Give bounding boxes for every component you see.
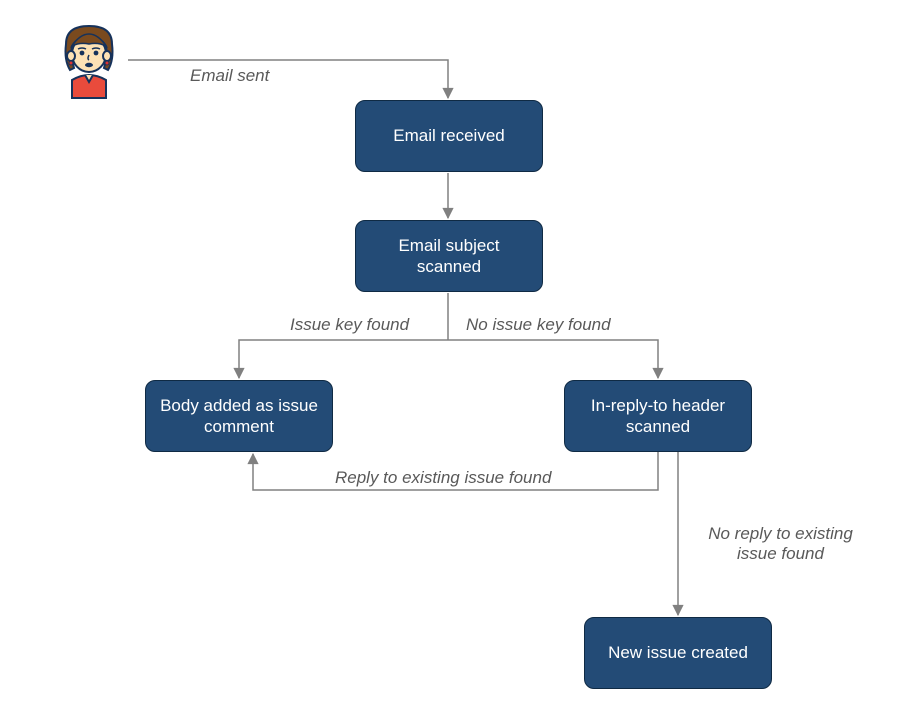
flowchart-stage: Email received Email subject scanned Bod… bbox=[0, 0, 910, 725]
node-new-issue-created-label: New issue created bbox=[608, 642, 748, 663]
node-email-subject-scanned: Email subject scanned bbox=[355, 220, 543, 292]
node-body-added-comment-label: Body added as issue comment bbox=[156, 395, 322, 438]
edge-scanned-to-inreply bbox=[448, 340, 658, 378]
edge-label-email-sent: Email sent bbox=[190, 66, 269, 86]
node-in-reply-to-scanned-label: In-reply-to header scanned bbox=[575, 395, 741, 438]
user-avatar bbox=[48, 18, 130, 105]
node-email-subject-scanned-label: Email subject scanned bbox=[366, 235, 532, 278]
person-icon bbox=[48, 18, 130, 100]
node-email-received: Email received bbox=[355, 100, 543, 172]
node-in-reply-to-scanned: In-reply-to header scanned bbox=[564, 380, 752, 452]
edge-label-no-issue-key-found: No issue key found bbox=[466, 315, 611, 335]
edge-label-issue-key-found: Issue key found bbox=[290, 315, 409, 335]
node-body-added-comment: Body added as issue comment bbox=[145, 380, 333, 452]
edge-user-to-received bbox=[128, 60, 448, 98]
node-new-issue-created: New issue created bbox=[584, 617, 772, 689]
edge-label-no-reply-found: No reply to existing issue found bbox=[698, 524, 863, 565]
edge-scanned-to-comment bbox=[239, 340, 448, 378]
edge-label-reply-found: Reply to existing issue found bbox=[335, 468, 551, 488]
node-email-received-label: Email received bbox=[393, 125, 505, 146]
